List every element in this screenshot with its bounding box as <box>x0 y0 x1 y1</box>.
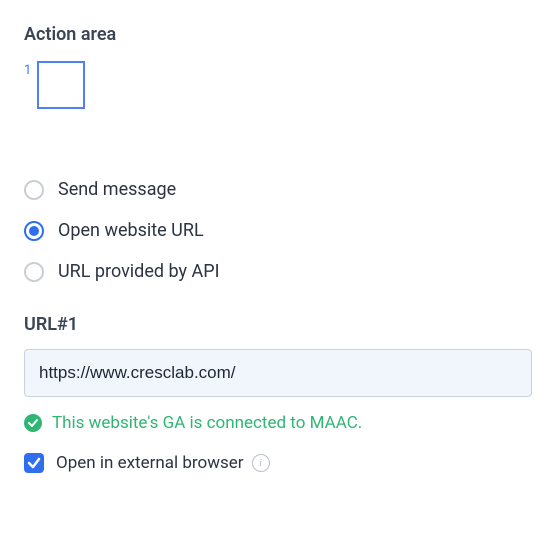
info-icon[interactable]: i <box>252 454 270 472</box>
open-external-checkbox[interactable] <box>24 453 44 473</box>
url-field-label: URL#1 <box>24 314 532 335</box>
ga-status-text: This website's GA is connected to MAAC. <box>52 413 362 433</box>
radio-open-website-url[interactable]: Open website URL <box>24 210 532 251</box>
radio-label: URL provided by API <box>58 261 219 282</box>
action-area-preview: 1 <box>24 61 532 109</box>
radio-icon <box>24 262 44 282</box>
open-external-row: Open in external browser i <box>24 453 532 473</box>
action-type-radio-group: Send message Open website URL URL provid… <box>24 169 532 292</box>
radio-label: Send message <box>58 179 176 200</box>
open-external-label: Open in external browser <box>56 453 244 473</box>
preview-index: 1 <box>24 63 31 78</box>
radio-label: Open website URL <box>58 220 204 241</box>
radio-url-provided-by-api[interactable]: URL provided by API <box>24 251 532 292</box>
url-input[interactable] <box>24 349 532 397</box>
preview-slot-1[interactable] <box>37 61 85 109</box>
radio-icon <box>24 180 44 200</box>
section-title: Action area <box>24 24 532 45</box>
radio-icon <box>24 221 44 241</box>
ga-status-row: This website's GA is connected to MAAC. <box>24 413 532 433</box>
radio-send-message[interactable]: Send message <box>24 169 532 210</box>
check-circle-icon <box>24 414 42 432</box>
